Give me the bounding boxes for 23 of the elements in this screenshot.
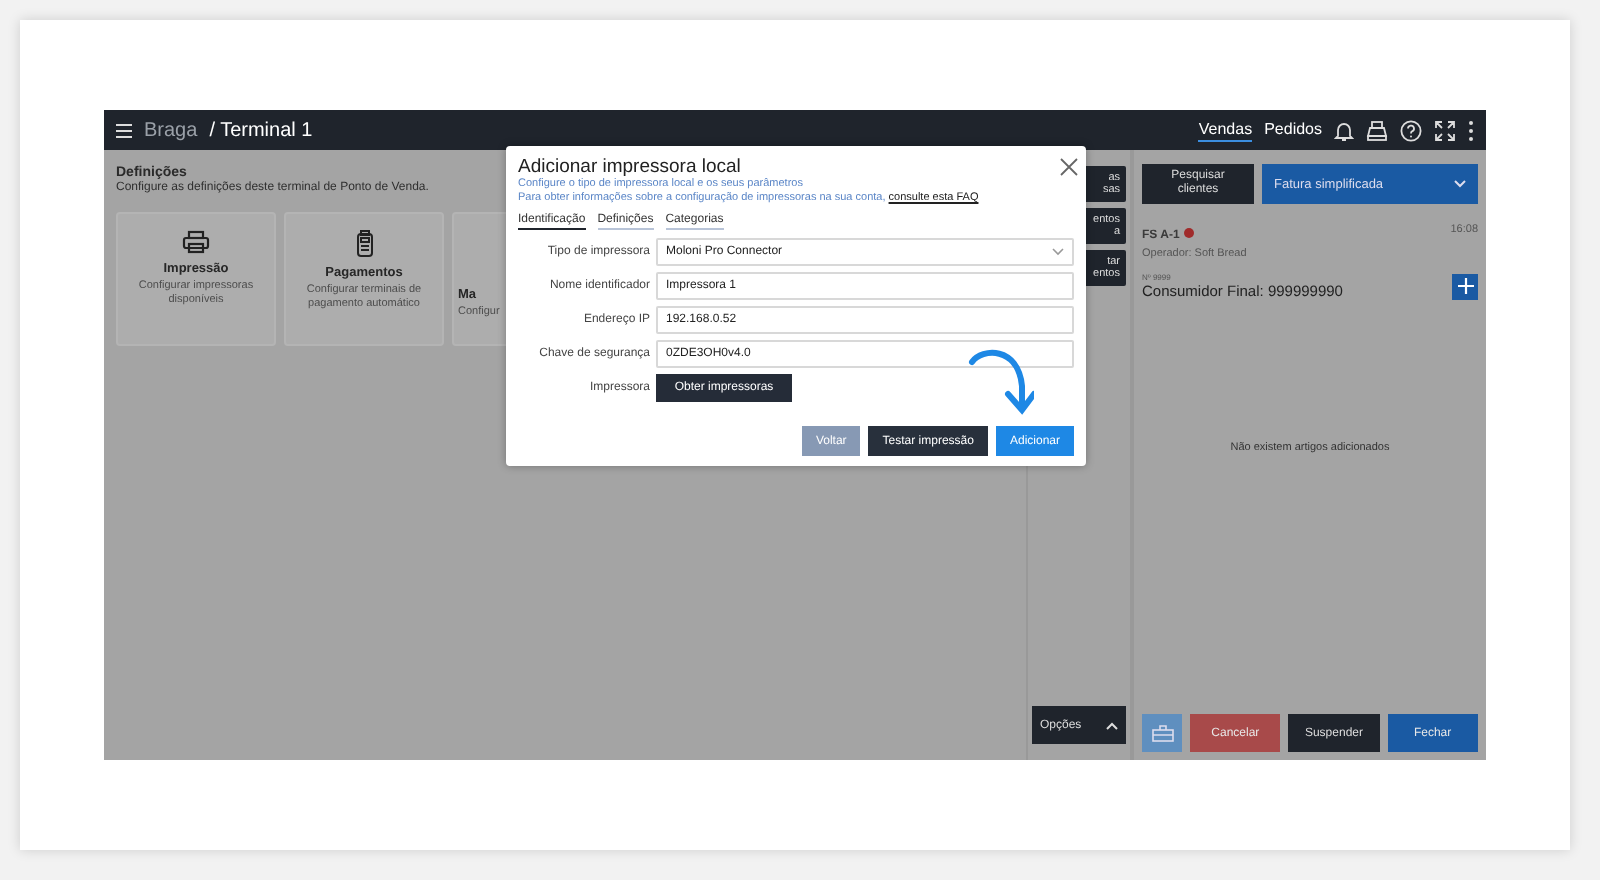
chevron-up-icon bbox=[1106, 721, 1118, 729]
help-icon[interactable] bbox=[1400, 119, 1422, 141]
chevron-down-icon bbox=[1052, 247, 1064, 256]
store-name: Braga bbox=[144, 119, 198, 141]
cash-register-icon[interactable] bbox=[1366, 119, 1388, 141]
payment-terminal-icon bbox=[355, 230, 373, 258]
status-dot bbox=[1183, 228, 1194, 238]
add-button[interactable] bbox=[1452, 273, 1478, 299]
bell-icon[interactable] bbox=[1334, 119, 1354, 141]
dialog-title: Adicionar impressora local bbox=[518, 156, 741, 178]
nav-tab[interactable]: Vendas bbox=[1198, 119, 1253, 141]
close-icon bbox=[1059, 158, 1077, 176]
nav-tab[interactable]: Pedidos bbox=[1264, 119, 1322, 141]
terminal-name: / Terminal 1 bbox=[209, 119, 313, 141]
close-button[interactable] bbox=[1058, 152, 1078, 172]
menu-icon[interactable] bbox=[116, 123, 132, 137]
printer-icon bbox=[182, 230, 210, 254]
chevron-down-icon bbox=[1454, 180, 1466, 188]
curved-arrow-icon bbox=[966, 346, 1034, 418]
cash-drawer-icon bbox=[1151, 724, 1173, 742]
fullscreen-icon[interactable] bbox=[1434, 119, 1456, 141]
more-icon[interactable] bbox=[1468, 119, 1474, 141]
plus-icon bbox=[1457, 278, 1473, 294]
